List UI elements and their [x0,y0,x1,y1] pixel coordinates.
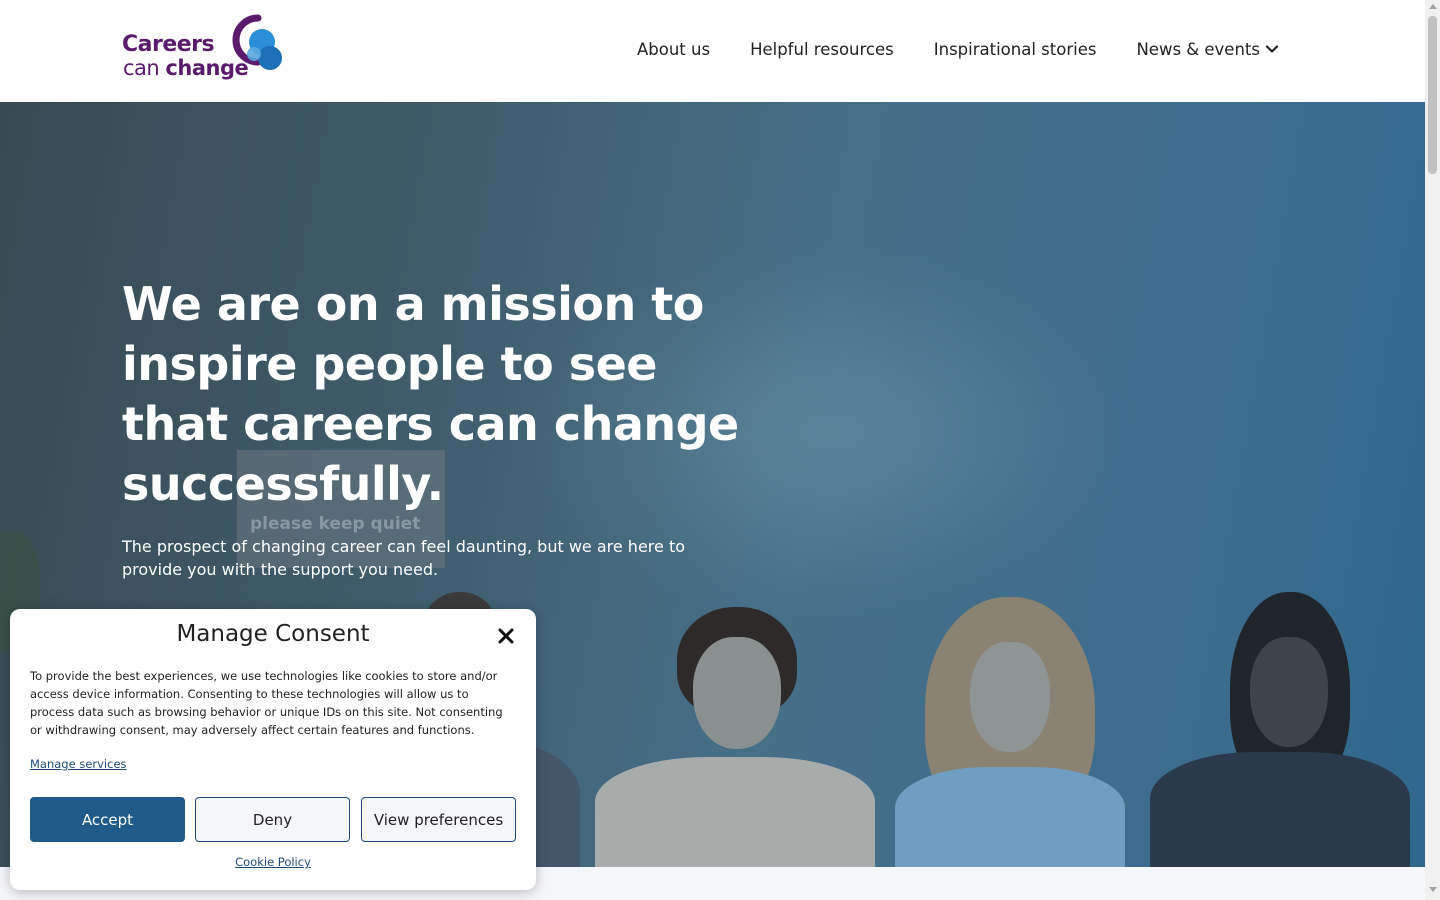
scroll-up-arrow-icon[interactable] [1429,4,1437,9]
page-scrollbar[interactable] [1425,0,1440,900]
consent-body: To provide the best experiences, we use … [30,669,503,737]
scrollbar-thumb[interactable] [1428,16,1437,174]
hero-person-2 [595,607,875,867]
nav-about-us[interactable]: About us [637,40,710,59]
site-logo[interactable]: Careers can change [122,14,287,84]
nav-helpful-resources[interactable]: Helpful resources [750,40,894,59]
logo-line1: Careers [122,32,215,57]
close-icon[interactable] [496,626,516,646]
manage-services-link[interactable]: Manage services [30,757,127,771]
hero-title: We are on a mission to inspire people to… [122,277,739,511]
scroll-down-arrow-icon[interactable] [1429,887,1437,892]
consent-dialog: Manage Consent To provide the best exper… [10,609,536,890]
hero-subtitle: The prospect of changing career can feel… [122,537,686,579]
nav-inspirational-stories[interactable]: Inspirational stories [934,40,1097,59]
chevron-down-icon [1265,45,1279,53]
site-header: Careers can change About us Helpful reso… [0,0,1425,102]
logo-mark-icon [232,14,282,70]
hero-person-4 [1150,592,1410,867]
consent-title: Manage Consent [176,621,370,647]
main-nav: About us Helpful resources Inspirational… [637,36,1279,62]
hero-person-3 [875,597,1145,867]
cookie-policy-link[interactable]: Cookie Policy [10,855,536,869]
deny-button[interactable]: Deny [195,797,350,842]
view-preferences-button[interactable]: View preferences [361,797,516,842]
accept-button[interactable]: Accept [30,797,185,842]
nav-news-events[interactable]: News & events [1136,40,1279,59]
hero-background-sign-text: please keep quiet [250,514,421,534]
